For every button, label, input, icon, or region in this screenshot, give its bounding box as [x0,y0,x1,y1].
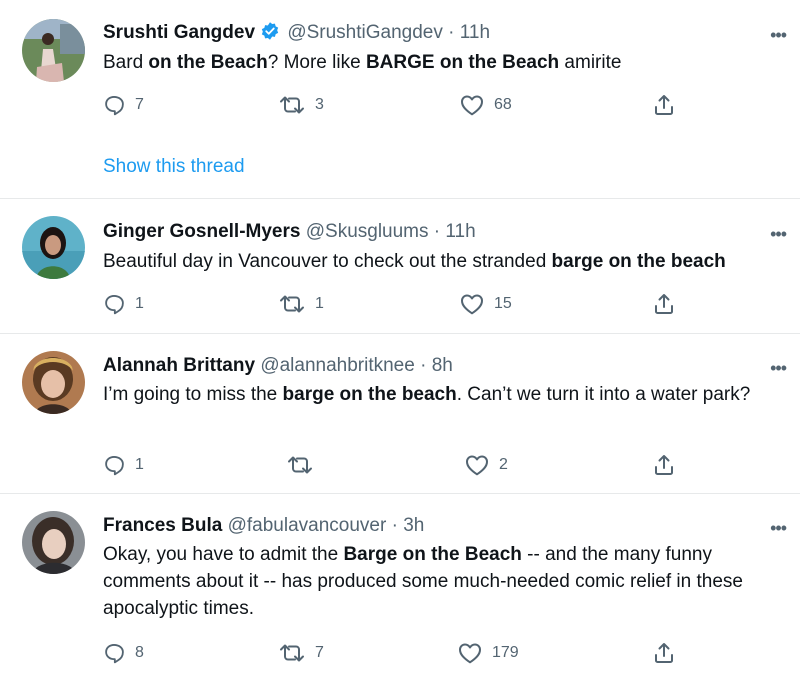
reply-button[interactable]: 8 [103,640,144,666]
tweet-text: I’m going to miss the barge on the beach… [103,381,775,408]
tweet-header: Alannah Brittany @alannahbritknee · 8h [103,354,750,378]
reply-count: 7 [135,96,144,113]
reply-count: 8 [135,644,144,661]
retweet-button[interactable]: 3 [279,92,324,118]
highlighted-keyword: barge on the beach [282,384,457,405]
share-button[interactable] [652,452,686,478]
timestamp[interactable]: · 8h [420,355,453,376]
handle[interactable]: @alannahbritknee [260,355,415,376]
like-button[interactable]: 15 [460,291,512,317]
tweet-text-segment: I’m going to miss the [103,384,283,405]
retweet-button[interactable] [287,452,323,478]
action-bar: 1 2 [103,452,683,478]
action-bar: 1 1 15 [103,291,683,317]
like-button[interactable]: 68 [460,92,512,118]
timestamp[interactable]: · 11h [448,22,490,43]
action-bar: 7 3 68 [103,92,683,118]
tweet-text: Beautiful day in Vancouver to check out … [103,248,775,275]
share-button[interactable] [652,291,686,317]
like-icon [458,642,492,664]
reply-count: 1 [135,295,144,312]
like-icon [460,293,494,315]
highlighted-keyword: barge on the beach [551,251,726,272]
share-button[interactable] [652,92,686,118]
share-icon [652,641,686,665]
tweet-text-segment: ? More like [267,52,366,73]
tweet-header: Frances Bula @fabulavancouver · 3h [103,514,750,538]
tweet-text-segment: amirite [559,52,622,73]
more-icon[interactable]: ••• [770,26,787,44]
handle[interactable]: @SrushtiGangdev [287,22,443,43]
timestamp[interactable]: · 3h [392,515,425,536]
display-name[interactable]: Alannah Brittany [103,355,255,376]
action-bar: 8 7 179 [103,640,683,666]
display-name[interactable]: Ginger Gosnell-Myers [103,221,300,242]
display-name[interactable]: Srushti Gangdev [103,22,255,43]
reply-count: 1 [135,456,144,473]
retweet-count: 3 [315,96,324,113]
tweet[interactable]: Ginger Gosnell-Myers @Skusgluums · 11h •… [0,199,800,334]
avatar[interactable] [22,19,85,82]
handle[interactable]: @fabulavancouver [228,515,387,536]
tweet[interactable]: Srushti Gangdev @SrushtiGangdev · 11h ••… [0,0,800,199]
like-button[interactable]: 2 [465,452,508,478]
avatar[interactable] [22,216,85,279]
tweet-header: Ginger Gosnell-Myers @Skusgluums · 11h [103,220,750,244]
retweet-count: 7 [315,644,324,661]
tweet-text-segment: Okay, you have to admit the [103,544,344,565]
tweet-text-segment: Beautiful day in Vancouver to check out … [103,251,552,272]
retweet-count: 1 [315,295,324,312]
retweet-button[interactable]: 7 [279,640,324,666]
highlighted-keyword: on the Beach [148,52,268,73]
more-icon[interactable]: ••• [770,359,787,377]
like-count: 2 [499,456,508,473]
like-count: 68 [494,96,512,113]
tweet-text: Okay, you have to admit the Barge on the… [103,541,760,622]
retweet-icon [279,642,315,664]
retweet-icon [279,94,315,116]
share-icon [652,292,686,316]
reply-button[interactable]: 1 [103,452,144,478]
handle[interactable]: @Skusgluums [306,221,429,242]
show-thread-link[interactable]: Show this thread [103,156,245,178]
more-icon[interactable]: ••• [770,225,787,243]
more-icon[interactable]: ••• [770,519,787,537]
tweet-text-segment: . Can’t we turn it into a water park? [456,384,751,405]
retweet-button[interactable]: 1 [279,291,324,317]
tweet-header: Srushti Gangdev @SrushtiGangdev · 11h [103,21,750,48]
reply-button[interactable]: 1 [103,291,144,317]
share-icon [652,453,686,477]
like-button[interactable]: 179 [458,640,519,666]
reply-icon [103,454,135,476]
tweet[interactable]: Alannah Brittany @alannahbritknee · 8h •… [0,334,800,494]
tweet-text: Bard on the Beach? More like BARGE on th… [103,49,775,76]
avatar[interactable] [22,511,85,574]
avatar[interactable] [22,351,85,414]
like-count: 15 [494,295,512,312]
like-count: 179 [492,644,519,661]
like-icon [460,94,494,116]
highlighted-keyword: Barge on the Beach [343,544,522,565]
highlighted-keyword: BARGE on the Beach [365,52,560,73]
like-icon [465,454,499,476]
reply-icon [103,642,135,664]
verified-badge-icon [260,21,280,48]
reply-icon [103,94,135,116]
reply-icon [103,293,135,315]
display-name[interactable]: Frances Bula [103,515,222,536]
retweet-icon [287,454,323,476]
share-icon [652,93,686,117]
timestamp[interactable]: · 11h [434,221,476,242]
share-button[interactable] [652,640,686,666]
tweet[interactable]: Frances Bula @fabulavancouver · 3h ••• O… [0,494,800,684]
tweet-text-segment: Bard [103,52,149,73]
retweet-icon [279,293,315,315]
reply-button[interactable]: 7 [103,92,144,118]
